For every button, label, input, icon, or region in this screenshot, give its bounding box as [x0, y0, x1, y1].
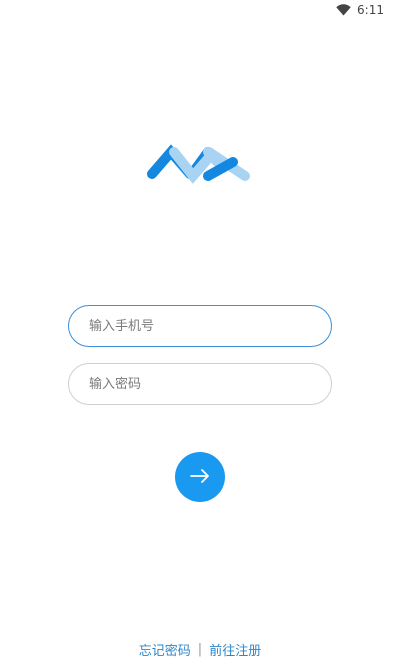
submit-button[interactable]: [175, 452, 225, 502]
footer-separator: |: [197, 642, 203, 657]
app-logo-icon: [146, 140, 256, 190]
status-indicators: 6:11: [336, 3, 384, 17]
footer-links: 忘记密码 | 前往注册: [0, 640, 400, 659]
register-link[interactable]: 前往注册: [209, 640, 261, 659]
password-field[interactable]: [68, 363, 332, 405]
status-time: 6:11: [357, 3, 384, 17]
password-input[interactable]: [89, 364, 331, 404]
phone-input[interactable]: [89, 306, 331, 346]
wifi-icon: [336, 4, 351, 16]
phone-field[interactable]: [68, 305, 332, 347]
forgot-password-link[interactable]: 忘记密码: [139, 640, 191, 659]
status-bar: 6:11: [0, 0, 400, 24]
arrow-right-icon: [188, 464, 212, 491]
